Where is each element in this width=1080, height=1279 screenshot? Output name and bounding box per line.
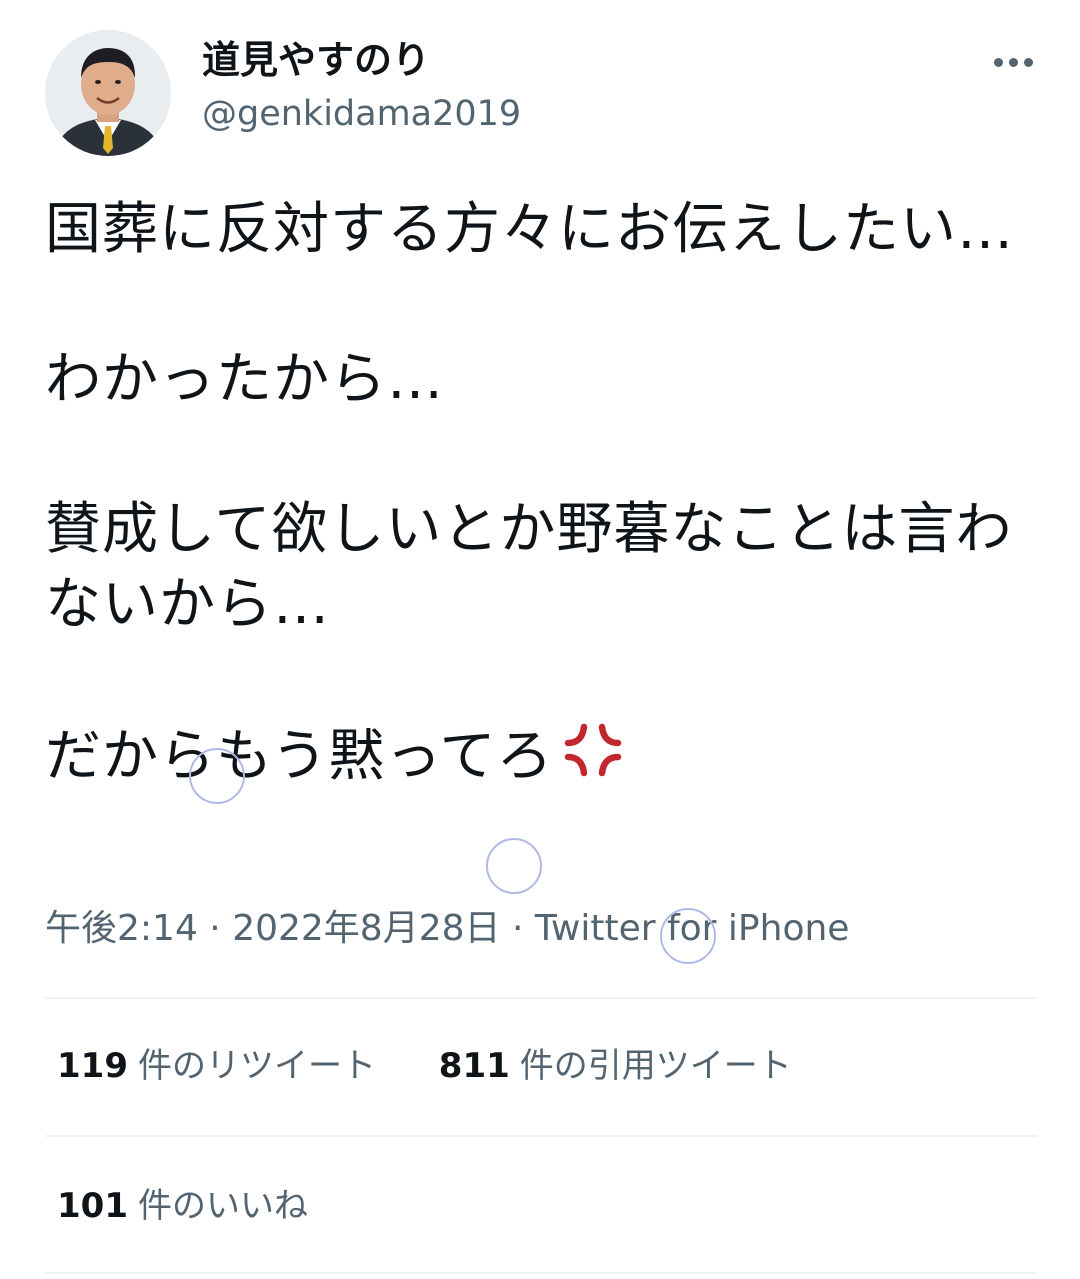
divider	[45, 997, 1037, 999]
meta-separator: ·	[500, 908, 535, 949]
tweet-paragraph: わかったから…	[45, 347, 444, 412]
meta-separator: ·	[197, 908, 233, 949]
quote-tweets-stat[interactable]: 811 件の引用ツイート	[439, 1040, 792, 1092]
retweets-stat[interactable]: 119 件のリツイート	[57, 1040, 376, 1092]
tweet-text: 国葬に反対する方々にお伝えしたい… わかったから… 賛成して欲しいとか野暮なこと…	[45, 192, 1045, 802]
engagement-stats: 119 件のリツイート 811 件の引用ツイート	[57, 1040, 792, 1092]
tweet-paragraph: 賛成して欲しいとか野暮なことは言わないから…	[45, 497, 1013, 637]
tweet-source[interactable]: Twitter for iPhone	[535, 908, 850, 949]
divider	[45, 1272, 1037, 1274]
more-dot-icon	[993, 57, 1003, 67]
likes-label: 件のいいね	[137, 1186, 308, 1226]
quote-tweets-count: 811	[438, 1046, 510, 1086]
likes-stat-inner: 101 件のいいね	[57, 1180, 308, 1232]
divider	[45, 1135, 1037, 1137]
more-dot-icon	[1023, 57, 1033, 67]
likes-stat[interactable]: 101 件のいいね	[57, 1180, 308, 1232]
tweet-paragraph-last: だからもう黙ってろ	[45, 717, 1045, 802]
likes-count: 101	[57, 1186, 128, 1226]
touch-indicator	[486, 838, 542, 894]
tweet-date[interactable]: 2022年8月28日	[232, 908, 500, 949]
tweet-paragraph-text: だからもう黙ってろ	[45, 724, 554, 789]
tweet-paragraph: 国葬に反対する方々にお伝えしたい…	[45, 197, 1014, 262]
more-dot-icon	[1008, 57, 1018, 67]
retweets-count: 119	[57, 1046, 128, 1086]
display-name[interactable]: 道見やすのり	[202, 36, 430, 84]
tweet-detail: 道見やすのり @genkidama2019 国葬に反対する方々にお伝えしたい… …	[0, 0, 1080, 1279]
user-handle[interactable]: @genkidama2019	[202, 92, 521, 136]
anger-symbol-icon	[560, 717, 626, 802]
quote-tweets-label: 件の引用ツイート	[519, 1046, 792, 1086]
more-options-button[interactable]	[988, 44, 1038, 80]
retweets-label: 件のリツイート	[137, 1046, 376, 1086]
avatar[interactable]	[45, 30, 171, 156]
tweet-meta: 午後2:14 · 2022年8月28日 · Twitter for iPhone	[45, 904, 849, 954]
tweet-time[interactable]: 午後2:14	[45, 908, 198, 949]
